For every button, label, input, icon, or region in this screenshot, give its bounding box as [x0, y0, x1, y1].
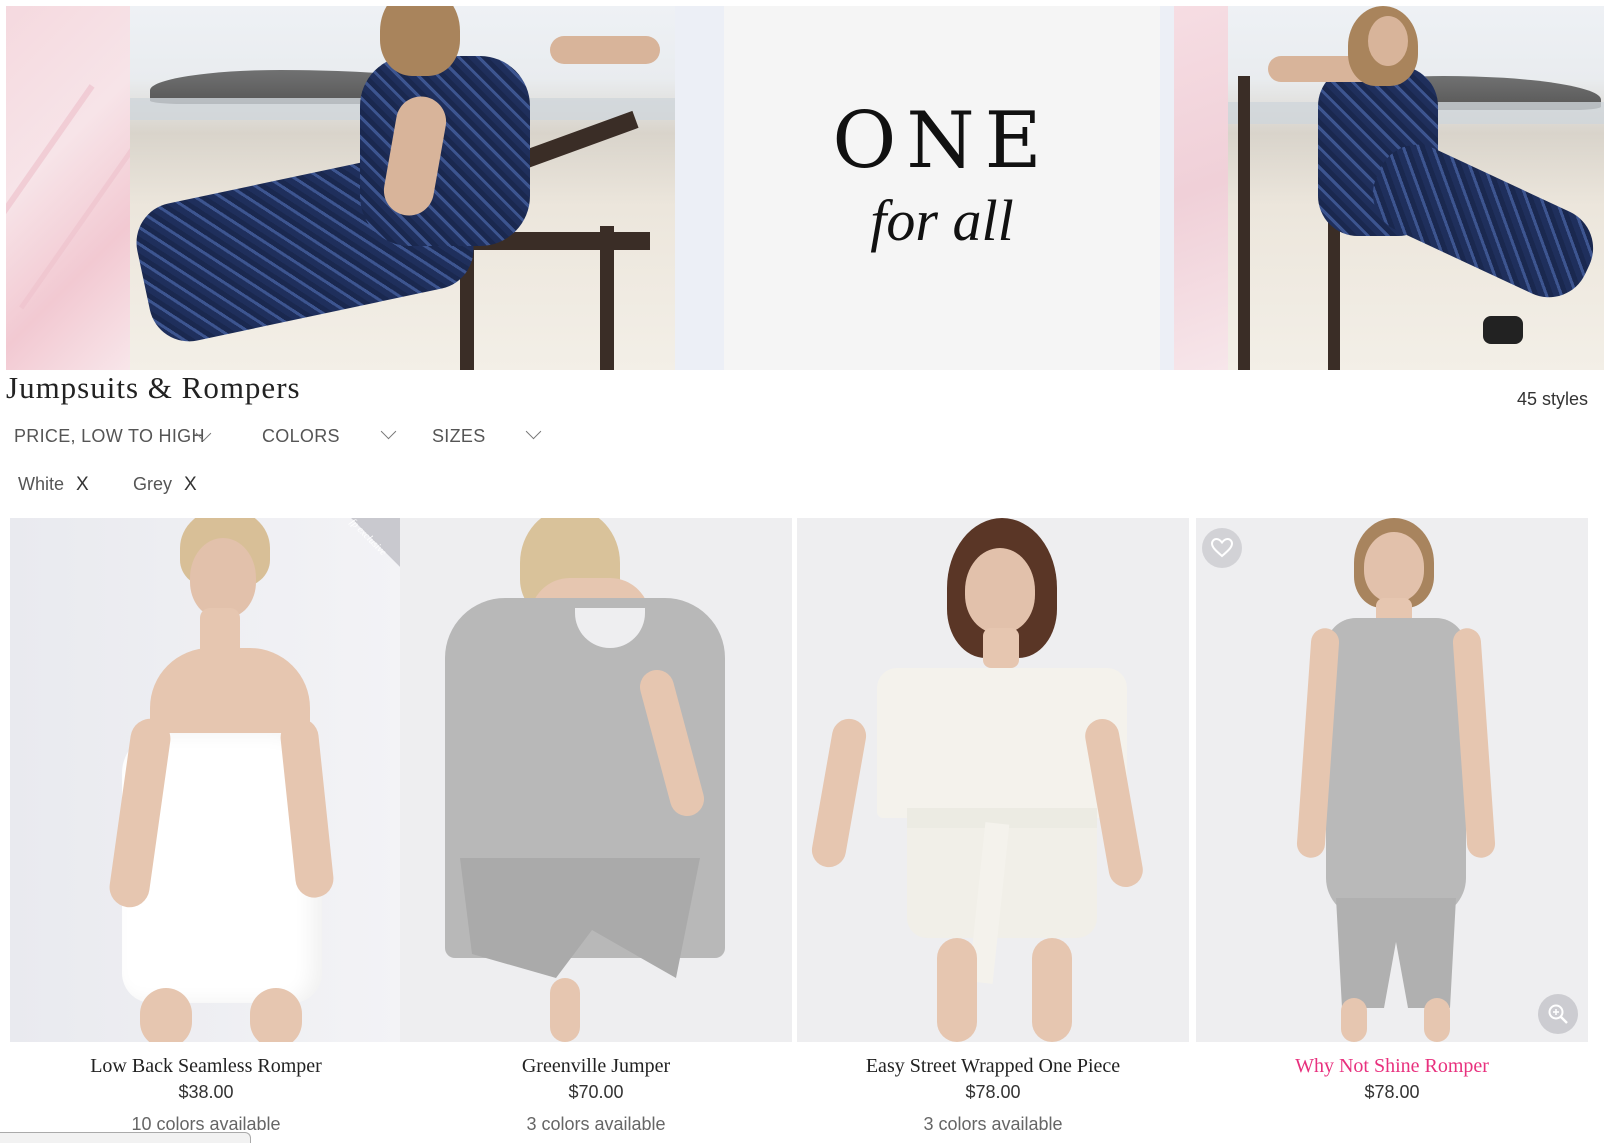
- remove-filter-icon[interactable]: X: [76, 474, 89, 495]
- sizes-filter-dropdown[interactable]: SIZES: [432, 423, 542, 447]
- hero-banner[interactable]: ONE for all: [6, 6, 1604, 370]
- banner-subtitle: for all: [870, 188, 1014, 253]
- remove-filter-icon[interactable]: X: [184, 474, 197, 495]
- product-colors-available[interactable]: 3 colors available: [797, 1114, 1189, 1135]
- product-image[interactable]: [1196, 518, 1588, 1042]
- banner-photo-left: [130, 6, 675, 370]
- chevron-down-icon: [525, 423, 542, 440]
- product-price: $38.00: [178, 1082, 234, 1102]
- product-image[interactable]: [797, 518, 1189, 1042]
- banner-gap-right: [1160, 6, 1174, 370]
- wishlist-button[interactable]: [1202, 528, 1242, 568]
- product-price: $78.00: [1364, 1082, 1420, 1102]
- product-image[interactable]: fp exclusive: [10, 518, 402, 1042]
- banner-title: ONE: [832, 96, 1052, 186]
- exclusive-badge: fp exclusive: [332, 518, 402, 588]
- product-card[interactable]: fp exclusive Low Back Seamless Romper $3…: [10, 518, 402, 1134]
- product-price: $78.00: [965, 1082, 1021, 1102]
- sort-dropdown[interactable]: PRICE, LOW TO HIGH: [14, 425, 212, 447]
- banner-title-panel: ONE for all: [724, 6, 1160, 370]
- colors-filter-label: COLORS: [262, 426, 340, 446]
- product-colors-available[interactable]: 3 colors available: [400, 1114, 792, 1135]
- banner-gap-left: [675, 6, 725, 370]
- banner-photo-right: [1228, 6, 1604, 370]
- product-image[interactable]: [400, 518, 792, 1042]
- active-filter-chip-grey[interactable]: Grey X: [133, 474, 197, 496]
- banner-floral-strip-left: [6, 6, 130, 370]
- product-name[interactable]: Easy Street Wrapped One Piece: [797, 1055, 1189, 1078]
- chip-label: White: [18, 474, 65, 494]
- product-price: $70.00: [568, 1082, 624, 1102]
- product-card[interactable]: Greenville Jumper $70.00 3 colors availa…: [400, 518, 792, 1134]
- active-filter-chip-white[interactable]: White X: [18, 474, 89, 496]
- colors-filter-dropdown[interactable]: COLORS: [262, 423, 397, 447]
- sort-dropdown-label: PRICE, LOW TO HIGH: [14, 426, 205, 446]
- product-name[interactable]: Low Back Seamless Romper: [10, 1055, 402, 1078]
- sizes-filter-label: SIZES: [432, 426, 486, 446]
- chevron-down-icon: [380, 423, 397, 440]
- product-card[interactable]: Why Not Shine Romper $78.00: [1196, 518, 1588, 1118]
- product-card[interactable]: Easy Street Wrapped One Piece $78.00 3 c…: [797, 518, 1189, 1134]
- quick-view-zoom-button[interactable]: [1538, 994, 1578, 1034]
- product-name[interactable]: Why Not Shine Romper: [1196, 1055, 1588, 1078]
- product-name[interactable]: Greenville Jumper: [400, 1055, 792, 1078]
- zoom-in-icon: [1548, 1004, 1568, 1024]
- chip-label: Grey: [133, 474, 173, 494]
- style-count: 45 styles: [1516, 389, 1588, 409]
- page-title: Jumpsuits & Rompers: [6, 370, 301, 405]
- bottom-scroll-tab: [0, 1132, 251, 1143]
- banner-floral-strip-right: [1174, 6, 1228, 370]
- heart-icon: [1211, 538, 1233, 558]
